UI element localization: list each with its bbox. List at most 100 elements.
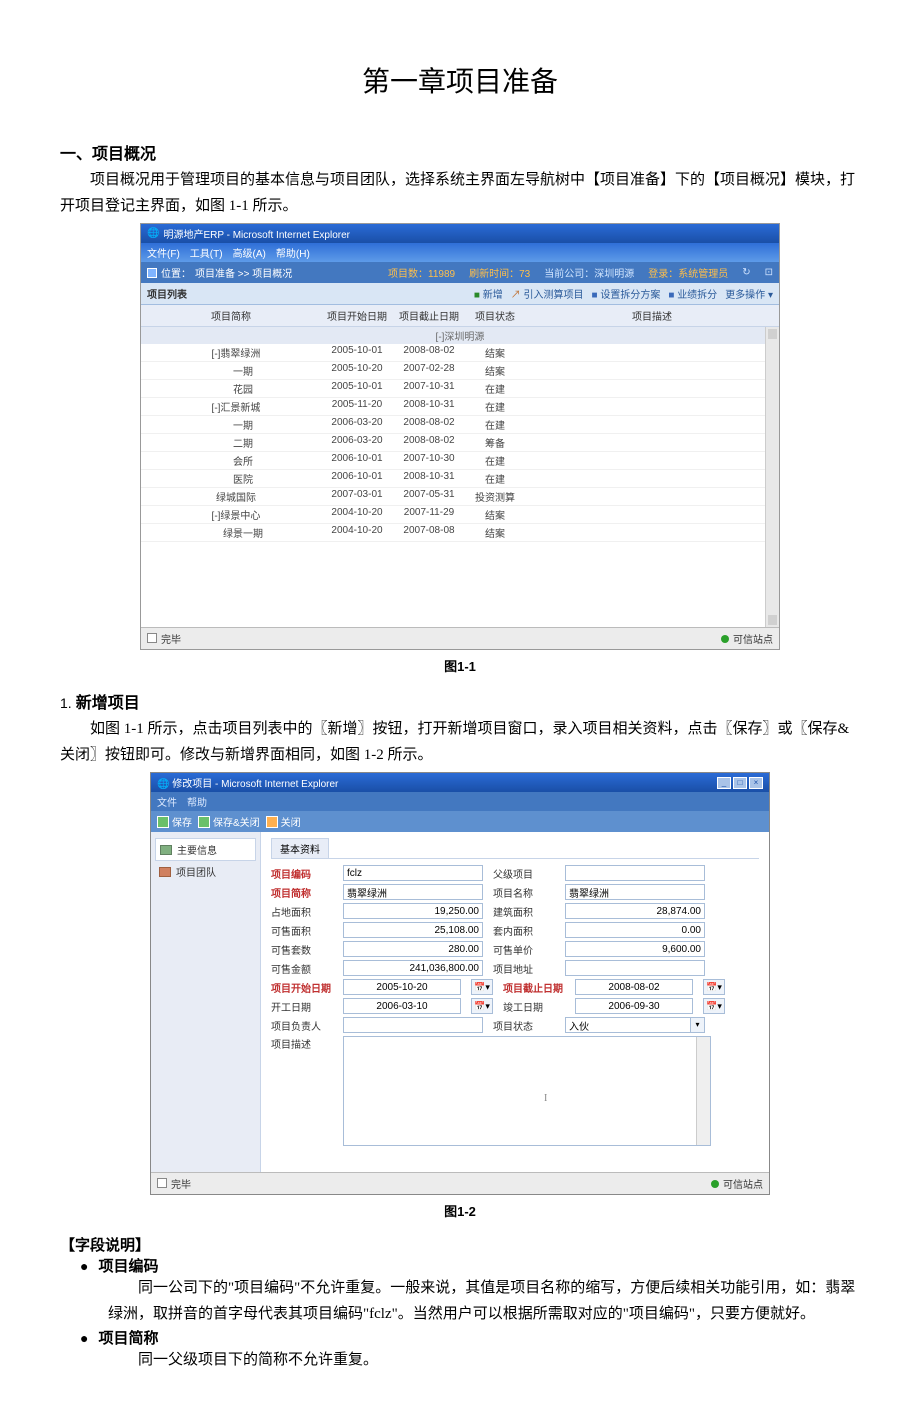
input-parent-project[interactable] <box>565 865 705 881</box>
table-row[interactable]: 医院2006-10-012008-10-31在建 <box>141 470 779 488</box>
input-build-area[interactable] <box>565 903 705 919</box>
info-current-company: 当前公司：深圳明源 <box>544 265 634 280</box>
close-icon <box>266 816 278 828</box>
label-build-area: 建筑面积 <box>493 904 555 919</box>
location-bar: 位置： 项目准备 >> 项目概况 项目数：11989 刷新时间：73 当前公司：… <box>141 262 779 283</box>
input-inside-area[interactable] <box>565 922 705 938</box>
label-start-date: 项目开始日期 <box>271 980 333 995</box>
menu-help[interactable]: 帮助 <box>187 794 207 809</box>
main-info-icon <box>160 845 172 855</box>
table-row[interactable]: 二期2006-03-202008-08-02筹备 <box>141 434 779 452</box>
label-project-short: 项目简称 <box>271 885 333 900</box>
col-status[interactable]: 项目状态 <box>465 307 525 324</box>
fullscreen-icon[interactable]: ⊡ <box>765 267 773 278</box>
sidebar-item-team[interactable]: 项目团队 <box>155 861 256 882</box>
figure-2-screenshot: 🌐 修改项目 - Microsoft Internet Explorer _ □… <box>150 772 770 1195</box>
input-salable-units[interactable] <box>343 941 483 957</box>
bullet-icon: ● <box>80 1332 88 1348</box>
col-description[interactable]: 项目描述 <box>525 307 779 324</box>
col-project-short[interactable]: 项目简称 <box>141 307 321 324</box>
subsection-1-heading: 新增项目 <box>76 689 140 713</box>
subsection-1-num: 1. <box>60 695 72 711</box>
menu-tools[interactable]: 工具(T) <box>190 245 223 260</box>
label-unit-price: 可售单价 <box>493 942 555 957</box>
sidebar-item-main-info[interactable]: 主要信息 <box>155 838 256 861</box>
input-salable-area[interactable] <box>343 922 483 938</box>
ie-statusbar: 完毕 可信站点 <box>141 627 779 649</box>
tab-basic-info[interactable]: 基本资料 <box>271 838 329 858</box>
table-row[interactable]: 绿城国际2007-03-012007-05-31投资测算 <box>141 488 779 506</box>
menu-help[interactable]: 帮助(H) <box>276 245 310 260</box>
input-start-date[interactable] <box>343 979 461 995</box>
bullet-icon: ● <box>80 1260 88 1276</box>
input-project-code[interactable] <box>343 865 483 881</box>
dialog-sidebar: 主要信息 项目团队 <box>151 832 261 1172</box>
table-row[interactable]: 绿景一期2004-10-202007-08-08结案 <box>141 524 779 542</box>
list-toolbar: 项目列表 ■ 新增 ↗ 引入测算项目 ■ 设置拆分方案 ■ 业绩拆分 更多操作 … <box>141 283 779 305</box>
textarea-scrollbar[interactable] <box>696 1037 710 1145</box>
btn-split-plan[interactable]: ■ 设置拆分方案 <box>592 286 661 301</box>
table-row[interactable]: 一期2005-10-202007-02-28结案 <box>141 362 779 380</box>
dialog-title: 修改项目 - Microsoft Internet Explorer <box>172 779 338 790</box>
close-window-button[interactable]: × <box>749 777 763 789</box>
figure-2-caption: 图1-2 <box>60 1201 860 1220</box>
input-project-name[interactable] <box>565 884 705 900</box>
location-prefix: 位置： <box>161 265 191 280</box>
btn-performance-split[interactable]: ■ 业绩拆分 <box>668 286 717 301</box>
save-close-button[interactable]: 保存&关闭 <box>198 814 260 829</box>
input-end-date[interactable] <box>575 998 693 1014</box>
textarea-project-desc[interactable]: I <box>343 1036 711 1146</box>
close-button[interactable]: 关闭 <box>266 814 301 829</box>
save-button[interactable]: 保存 <box>157 814 192 829</box>
label-project-name: 项目名称 <box>493 885 555 900</box>
btn-import[interactable]: ↗ 引入测算项目 <box>511 286 584 301</box>
refresh-icon[interactable]: ↻ <box>742 267 750 278</box>
input-unit-price[interactable] <box>565 941 705 957</box>
location-icon <box>147 268 157 278</box>
col-start-date[interactable]: 项目开始日期 <box>321 307 393 324</box>
menu-advanced[interactable]: 高级(A) <box>233 245 266 260</box>
status-trust: 可信站点 <box>711 1176 763 1191</box>
col-end-date[interactable]: 项目截止日期 <box>393 307 465 324</box>
btn-more[interactable]: 更多操作 ▾ <box>725 286 773 301</box>
maximize-button[interactable]: □ <box>733 777 747 789</box>
select-project-status[interactable]: 入伙▾ <box>565 1017 705 1033</box>
save-close-icon <box>198 816 210 828</box>
table-row[interactable]: 一期2006-03-202008-08-02在建 <box>141 416 779 434</box>
field-1-title: 项目编码 <box>98 1255 158 1276</box>
menu-file[interactable]: 文件(F) <box>147 245 180 260</box>
group-row[interactable]: [-]深圳明源 <box>141 327 779 344</box>
input-project-owner[interactable] <box>343 1017 483 1033</box>
input-salable-amount[interactable] <box>343 960 483 976</box>
table-row[interactable]: 花园2005-10-012007-10-31在建 <box>141 380 779 398</box>
field-2-para: 同一父级项目下的简称不允许重复。 <box>60 1348 860 1374</box>
label-salable-area: 可售面积 <box>271 923 333 938</box>
input-project-short[interactable] <box>343 884 483 900</box>
ie-menubar: 文件(F) 工具(T) 高级(A) 帮助(H) <box>141 243 779 262</box>
menu-file[interactable]: 文件 <box>157 794 177 809</box>
subsection-1-para: 如图 1-1 所示，点击项目列表中的〖新增〗按钮，打开新增项目窗口，录入项目相关… <box>60 717 860 768</box>
minimize-button[interactable]: _ <box>717 777 731 789</box>
table-row[interactable]: [-]绿景中心2004-10-202007-11-29结案 <box>141 506 779 524</box>
info-refresh-time: 刷新时间：73 <box>469 265 530 280</box>
btn-new[interactable]: ■ 新增 <box>474 286 503 301</box>
chevron-down-icon: ▾ <box>690 1018 704 1032</box>
input-land-area[interactable] <box>343 903 483 919</box>
trust-icon <box>711 1180 719 1188</box>
input-begin-date[interactable] <box>343 998 461 1014</box>
table-row[interactable]: 会所2006-10-012007-10-30在建 <box>141 452 779 470</box>
input-deadline-date[interactable] <box>575 979 693 995</box>
table-row[interactable]: [-]翡翠绿洲2005-10-012008-08-02结案 <box>141 344 779 362</box>
figure-1-screenshot: 🌐 明源地产ERP - Microsoft Internet Explorer … <box>140 223 780 650</box>
vertical-scrollbar[interactable] <box>765 327 779 627</box>
date-picker-deadline[interactable]: 📅▾ <box>703 979 725 995</box>
input-project-addr[interactable] <box>565 960 705 976</box>
date-picker-begin[interactable]: 📅▾ <box>471 998 493 1014</box>
ie-logo-icon: 🌐 <box>157 779 169 790</box>
status-trust: 可信站点 <box>721 631 773 646</box>
date-picker-end[interactable]: 📅▾ <box>703 998 725 1014</box>
date-picker-start[interactable]: 📅▾ <box>471 979 493 995</box>
table-row[interactable]: [-]汇景新城2005-11-202008-10-31在建 <box>141 398 779 416</box>
dialog-toolbar: 保存 保存&关闭 关闭 <box>151 811 769 832</box>
info-login-user: 登录：系统管理员 <box>648 265 728 280</box>
